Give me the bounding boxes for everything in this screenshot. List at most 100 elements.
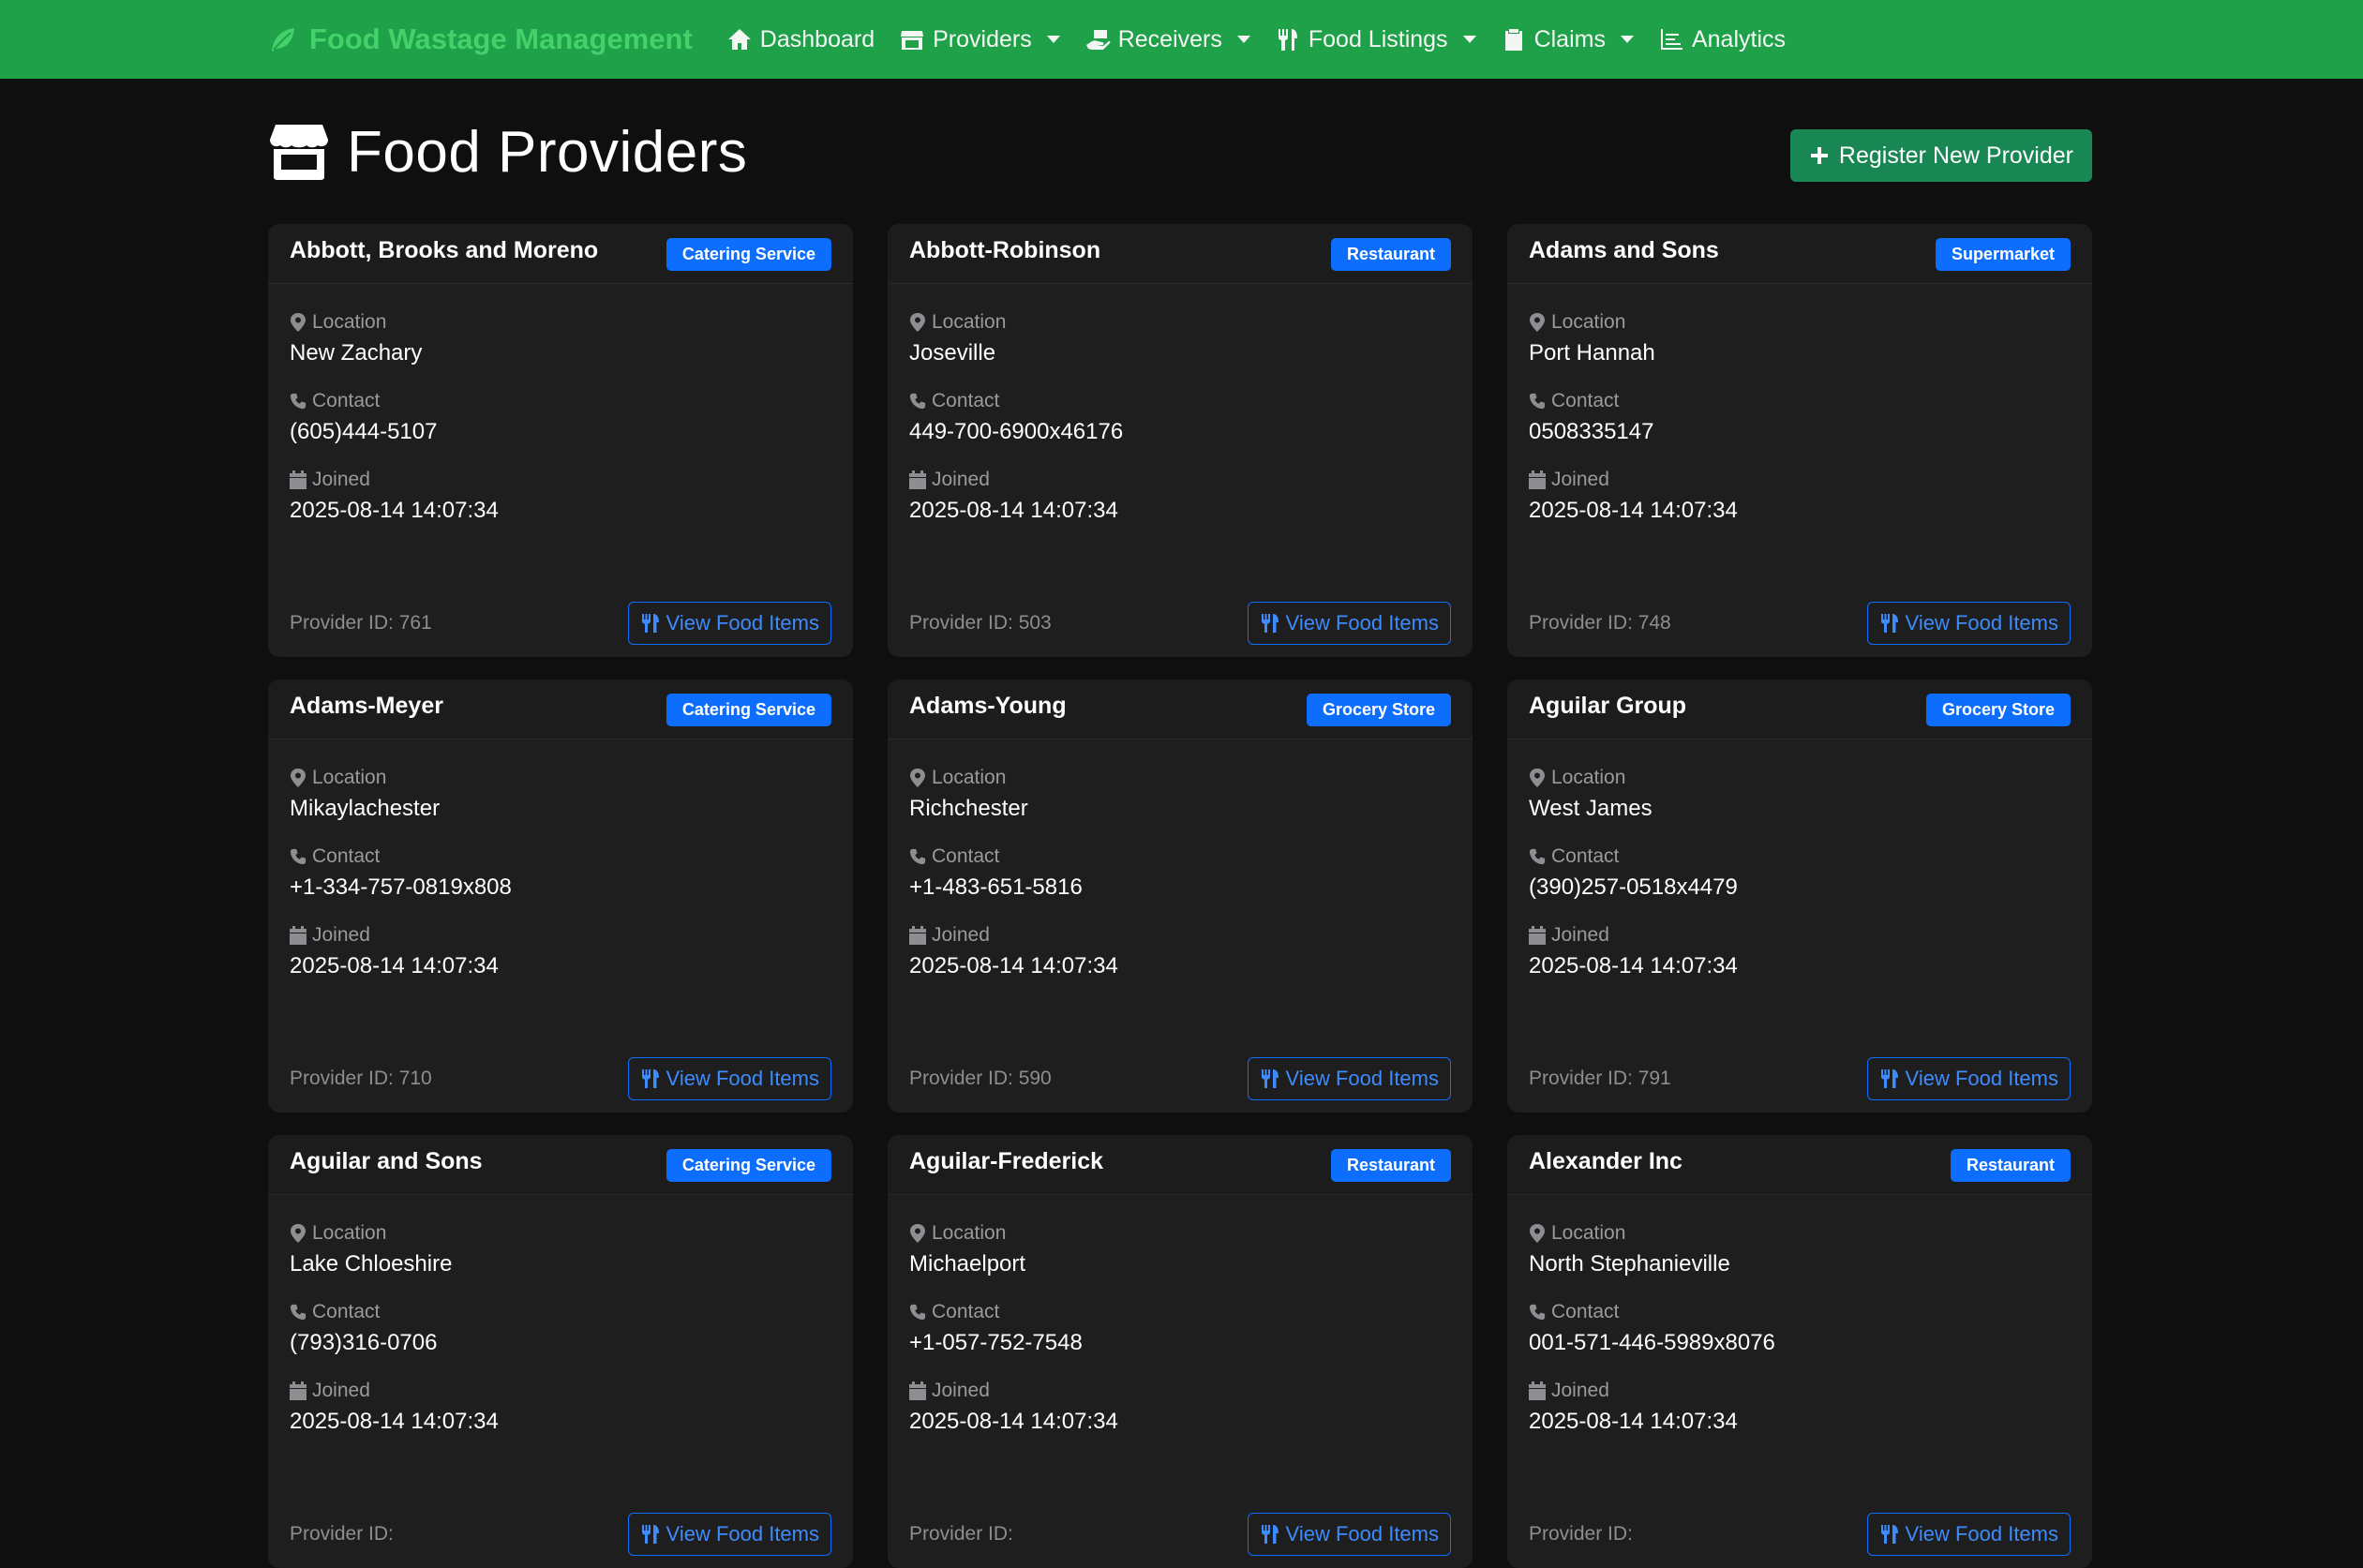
map-marker-icon — [910, 769, 925, 787]
card-body: Location Port Hannah Contact 0508335147 … — [1507, 284, 2092, 528]
location-label: Location — [909, 1219, 1451, 1247]
provider-card: Aguilar Group Grocery Store Location Wes… — [1507, 679, 2092, 1113]
leaf-icon — [272, 28, 294, 52]
nav-dashboard[interactable]: Dashboard — [726, 26, 875, 53]
phone-icon — [1529, 1304, 1546, 1321]
location-field: Location West James — [1529, 764, 2071, 826]
map-marker-icon — [910, 1224, 925, 1243]
joined-label-text: Joined — [312, 1380, 370, 1401]
location-label: Location — [909, 764, 1451, 792]
card-body: Location West James Contact (390)257-051… — [1507, 739, 2092, 983]
provider-id-value: 503 — [1018, 612, 1052, 634]
card-footer: Provider ID: 748 View Food Items — [1507, 601, 2092, 646]
calendar-icon — [909, 926, 926, 945]
view-food-items-button[interactable]: View Food Items — [1247, 602, 1451, 645]
provider-type-badge: Restaurant — [1950, 1149, 2071, 1182]
utensils-icon — [1880, 1069, 1898, 1088]
joined-label-text: Joined — [1551, 469, 1609, 490]
provider-type-badge: Grocery Store — [1306, 694, 1451, 726]
contact-field: Contact (390)257-0518x4479 — [1529, 843, 2071, 904]
utensils-icon — [641, 1069, 659, 1088]
joined-value: 2025-08-14 14:07:34 — [909, 498, 1118, 523]
joined-value: 2025-08-14 14:07:34 — [1529, 1409, 1738, 1434]
joined-label: Joined — [290, 466, 831, 494]
provider-name: Abbott, Brooks and Moreno — [290, 237, 599, 263]
provider-name: Aguilar and Sons — [290, 1148, 483, 1174]
joined-value: 2025-08-14 14:07:34 — [909, 1409, 1118, 1434]
provider-card: Alexander Inc Restaurant Location North … — [1507, 1135, 2092, 1568]
view-food-items-label: View Food Items — [1285, 611, 1439, 635]
view-food-items-button[interactable]: View Food Items — [627, 1513, 831, 1556]
contact-label: Contact — [1529, 1298, 2071, 1326]
provider-card: Abbott, Brooks and Moreno Catering Servi… — [268, 224, 853, 657]
location-label: Location — [909, 308, 1451, 336]
joined-field: Joined 2025-08-14 14:07:34 — [290, 921, 831, 983]
provider-type-badge: Catering Service — [666, 694, 831, 726]
view-food-items-button[interactable]: View Food Items — [1866, 602, 2071, 645]
plus-icon — [1810, 147, 1828, 164]
map-marker-icon — [291, 313, 306, 332]
card-footer: Provider ID: 710 View Food Items — [268, 1056, 853, 1101]
joined-label: Joined — [1529, 466, 2071, 494]
joined-value: 2025-08-14 14:07:34 — [290, 1409, 499, 1434]
card-header: Aguilar Group Grocery Store — [1507, 679, 2092, 739]
card-footer: Provider ID: 761 View Food Items — [268, 601, 853, 646]
view-food-items-button[interactable]: View Food Items — [1866, 1057, 2071, 1100]
nav-providers-label: Providers — [933, 25, 1032, 52]
contact-label-text: Contact — [932, 845, 1000, 867]
joined-label-text: Joined — [312, 469, 370, 490]
provider-id-value: 710 — [398, 1068, 432, 1089]
location-value: New Zachary — [290, 340, 423, 366]
calendar-icon — [1529, 1381, 1546, 1400]
view-food-items-button[interactable]: View Food Items — [627, 602, 831, 645]
view-food-items-button[interactable]: View Food Items — [1247, 1513, 1451, 1556]
location-field: Location Port Hannah — [1529, 308, 2071, 370]
provider-id: Provider ID: 503 — [909, 612, 1052, 635]
provider-id-prefix: Provider ID: — [1529, 612, 1638, 634]
contact-label-text: Contact — [1551, 845, 1620, 867]
location-label-text: Location — [932, 767, 1007, 788]
location-value: Joseville — [909, 340, 996, 366]
register-provider-button[interactable]: Register New Provider — [1789, 129, 2092, 182]
map-marker-icon — [910, 313, 925, 332]
provider-id-value: 791 — [1638, 1068, 1671, 1089]
joined-field: Joined 2025-08-14 14:07:34 — [290, 466, 831, 528]
contact-label-text: Contact — [312, 1301, 381, 1322]
joined-label-text: Joined — [932, 469, 990, 490]
card-footer: Provider ID: View Food Items — [888, 1512, 1473, 1557]
nav-food-listings[interactable]: Food Listings — [1275, 26, 1476, 53]
provider-id-prefix: Provider ID: — [290, 1068, 399, 1089]
view-food-items-button[interactable]: View Food Items — [627, 1057, 831, 1100]
phone-icon — [1529, 393, 1546, 410]
nav-analytics[interactable]: Analytics — [1658, 26, 1786, 53]
contact-label-text: Contact — [312, 390, 381, 411]
card-header: Adams-Meyer Catering Service — [268, 679, 853, 739]
provider-id: Provider ID: — [909, 1523, 1013, 1546]
provider-id-value: 748 — [1638, 612, 1671, 634]
hand-holding-icon — [1085, 30, 1111, 50]
view-food-items-button[interactable]: View Food Items — [1247, 1057, 1451, 1100]
contact-label: Contact — [909, 843, 1451, 871]
view-food-items-label: View Food Items — [1905, 611, 2058, 635]
location-value: North Stephanieville — [1529, 1251, 1730, 1277]
view-food-items-label: View Food Items — [1905, 1522, 2058, 1546]
brand-link[interactable]: Food Wastage Management — [268, 22, 693, 56]
contact-label: Contact — [290, 843, 831, 871]
location-label-text: Location — [312, 1222, 387, 1244]
contact-label-text: Contact — [312, 845, 381, 867]
map-marker-icon — [1530, 769, 1545, 787]
nav-receivers[interactable]: Receivers — [1084, 26, 1250, 53]
store-icon — [901, 31, 924, 50]
location-label-text: Location — [1551, 767, 1626, 788]
location-field: Location Richchester — [909, 764, 1451, 826]
joined-label-text: Joined — [932, 1380, 990, 1401]
view-food-items-button[interactable]: View Food Items — [1866, 1513, 2071, 1556]
clipboard-icon — [1504, 29, 1522, 51]
joined-value: 2025-08-14 14:07:34 — [1529, 498, 1738, 523]
nav-claims[interactable]: Claims — [1501, 26, 1634, 53]
joined-label: Joined — [909, 921, 1451, 949]
phone-icon — [1529, 848, 1546, 865]
contact-value: +1-483-651-5816 — [909, 874, 1083, 900]
nav-providers[interactable]: Providers — [899, 26, 1060, 53]
card-header: Abbott, Brooks and Moreno Catering Servi… — [268, 224, 853, 284]
